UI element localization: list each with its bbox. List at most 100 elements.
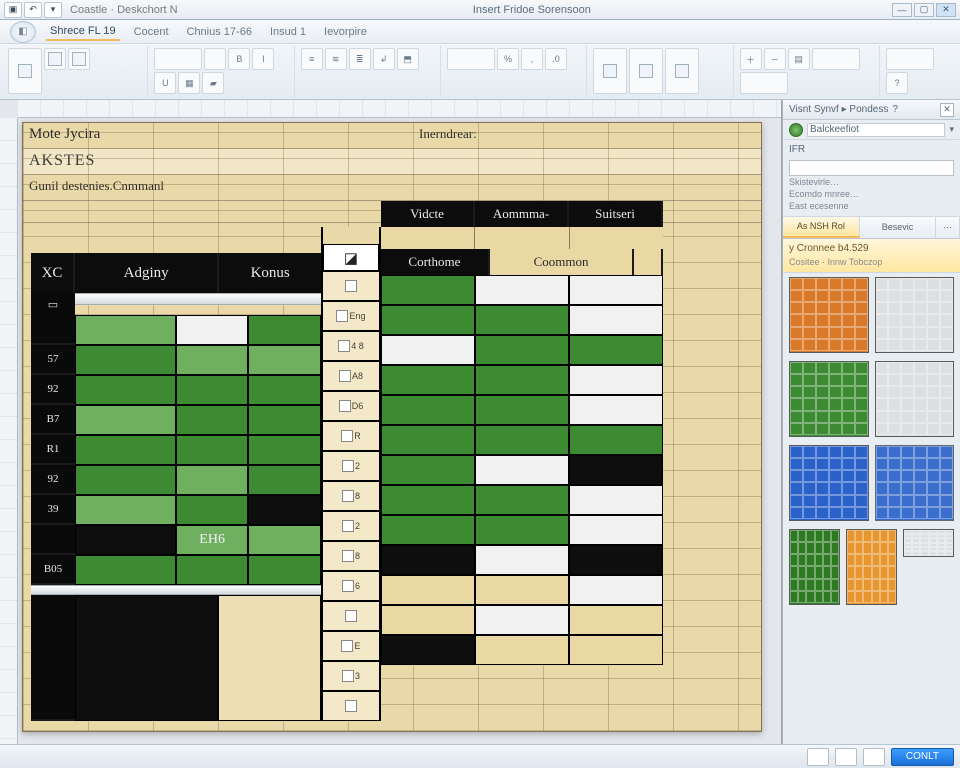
format-button[interactable]: ▤ bbox=[788, 48, 810, 70]
data-cell[interactable] bbox=[475, 455, 569, 485]
col-hdr-corthome[interactable]: Corthome bbox=[381, 249, 490, 275]
row-stub[interactable]: 39 bbox=[31, 495, 75, 525]
search-input[interactable] bbox=[789, 160, 954, 176]
footer-cell-a[interactable] bbox=[75, 595, 218, 721]
ribbon-more-1[interactable] bbox=[886, 48, 934, 70]
ruler-horizontal[interactable] bbox=[18, 100, 781, 118]
col-hdr-vidcte[interactable]: Vidcte bbox=[381, 201, 475, 227]
data-cell[interactable] bbox=[475, 365, 569, 395]
number-format[interactable] bbox=[447, 48, 495, 70]
data-cell[interactable] bbox=[475, 545, 569, 575]
qat-undo-icon[interactable]: ↶ bbox=[24, 2, 42, 18]
ribbon-tab-1[interactable]: Cocent bbox=[130, 24, 173, 40]
table-row-right[interactable] bbox=[381, 575, 663, 605]
data-cell[interactable] bbox=[569, 455, 663, 485]
styled-table[interactable]: XC Adginy Konus ▭ 5792B7R19239EH6B05 bbox=[31, 227, 663, 721]
data-cell[interactable] bbox=[381, 335, 475, 365]
left-scroll-strip[interactable] bbox=[75, 293, 321, 305]
file-menu-button[interactable]: ◧ bbox=[10, 21, 36, 43]
table-row-right[interactable] bbox=[381, 425, 663, 455]
col-hdr-aommma[interactable]: Aommma- bbox=[475, 201, 569, 227]
ribbon-tab-4[interactable]: Ievorpire bbox=[320, 24, 371, 40]
ruler-vertical[interactable] bbox=[0, 118, 18, 744]
qat-menu-icon[interactable]: ▾ bbox=[44, 2, 62, 18]
cell-eh6[interactable]: EH6 bbox=[176, 525, 249, 555]
data-cell[interactable] bbox=[381, 635, 475, 665]
mode-indicator-icon[interactable] bbox=[789, 123, 803, 137]
data-cell[interactable] bbox=[75, 465, 176, 495]
table-row-left[interactable] bbox=[31, 315, 321, 345]
data-cell[interactable] bbox=[381, 395, 475, 425]
status-ok-button[interactable]: CONLT bbox=[891, 748, 954, 766]
table-row-left[interactable]: 92 bbox=[31, 375, 321, 405]
data-cell[interactable] bbox=[248, 465, 321, 495]
font-size[interactable] bbox=[204, 48, 226, 70]
data-cell[interactable] bbox=[75, 555, 176, 585]
table-row-right[interactable] bbox=[381, 365, 663, 395]
data-cell[interactable] bbox=[248, 555, 321, 585]
mid-label[interactable]: 8 bbox=[323, 541, 379, 571]
comma-button[interactable]: , bbox=[521, 48, 543, 70]
data-cell[interactable] bbox=[381, 575, 475, 605]
decimal-inc-button[interactable]: .0 bbox=[545, 48, 567, 70]
mid-header[interactable]: ◪ bbox=[323, 244, 379, 271]
data-cell[interactable] bbox=[381, 485, 475, 515]
data-cell[interactable] bbox=[176, 495, 249, 525]
data-cell[interactable] bbox=[248, 435, 321, 465]
data-cell[interactable] bbox=[569, 305, 663, 335]
find-button[interactable] bbox=[740, 72, 788, 94]
qat-save-icon[interactable]: ▣ bbox=[4, 2, 22, 18]
pane-tab-2[interactable]: Besevic bbox=[860, 217, 937, 238]
data-cell[interactable] bbox=[569, 425, 663, 455]
data-cell[interactable] bbox=[248, 345, 321, 375]
data-cell[interactable] bbox=[176, 375, 249, 405]
table-row-right[interactable] bbox=[381, 545, 663, 575]
sheet-row-2[interactable]: AKSTES bbox=[23, 149, 761, 175]
maximize-button[interactable]: ▢ bbox=[914, 3, 934, 17]
table-row-left[interactable]: 39 bbox=[31, 495, 321, 525]
swatch-mini[interactable] bbox=[903, 529, 954, 557]
data-cell[interactable] bbox=[475, 305, 569, 335]
italic-button[interactable]: I bbox=[252, 48, 274, 70]
col-hdr-coommon[interactable]: Coommon bbox=[490, 249, 634, 275]
row-stub[interactable]: R1 bbox=[31, 435, 75, 465]
sheet-row-3[interactable]: Gunil destenies.Cnmmanl bbox=[23, 175, 761, 201]
mid-label[interactable]: E bbox=[323, 631, 379, 661]
mid-label[interactable] bbox=[323, 691, 379, 721]
close-button[interactable]: ✕ bbox=[936, 3, 956, 17]
data-cell[interactable] bbox=[176, 435, 249, 465]
data-cell[interactable] bbox=[475, 275, 569, 305]
data-cell[interactable] bbox=[248, 315, 321, 345]
row-stub[interactable] bbox=[31, 315, 75, 345]
bold-button[interactable]: B bbox=[228, 48, 250, 70]
data-cell[interactable] bbox=[176, 345, 249, 375]
col-hdr-konus[interactable]: Konus bbox=[219, 253, 321, 293]
paste-button[interactable] bbox=[8, 48, 42, 94]
align-center-button[interactable]: ≋ bbox=[325, 48, 347, 70]
data-cell[interactable] bbox=[475, 515, 569, 545]
mid-label[interactable]: 8 bbox=[323, 481, 379, 511]
worksheet[interactable]: Mote Jycira Inerndrear: AKSTES Gunil des… bbox=[22, 122, 762, 732]
pane-help-icon[interactable]: ? bbox=[892, 104, 898, 115]
delete-button[interactable]: － bbox=[764, 48, 786, 70]
data-cell[interactable] bbox=[569, 605, 663, 635]
pane-tab-1[interactable]: As NSH Rol bbox=[783, 217, 860, 238]
data-cell[interactable] bbox=[75, 315, 176, 345]
table-row-left[interactable]: R1 bbox=[31, 435, 321, 465]
swatch-gray-1[interactable] bbox=[875, 277, 955, 353]
table-row-left[interactable]: 57 bbox=[31, 345, 321, 375]
table-row-right[interactable] bbox=[381, 335, 663, 365]
merge-button[interactable]: ⬒ bbox=[397, 48, 419, 70]
view-layout-button[interactable] bbox=[835, 748, 857, 766]
table-row-right[interactable] bbox=[381, 635, 663, 665]
data-cell[interactable] bbox=[75, 405, 176, 435]
col-hdr-adginy[interactable]: Adginy bbox=[75, 253, 219, 293]
data-cell[interactable] bbox=[75, 345, 176, 375]
data-cell[interactable] bbox=[381, 455, 475, 485]
mode-label[interactable]: Balckeefiot bbox=[807, 123, 945, 137]
wrap-button[interactable]: ↲ bbox=[373, 48, 395, 70]
copy-button[interactable] bbox=[68, 48, 90, 70]
data-cell[interactable] bbox=[248, 525, 321, 555]
swatch-blue[interactable] bbox=[789, 445, 869, 521]
data-cell[interactable] bbox=[569, 575, 663, 605]
